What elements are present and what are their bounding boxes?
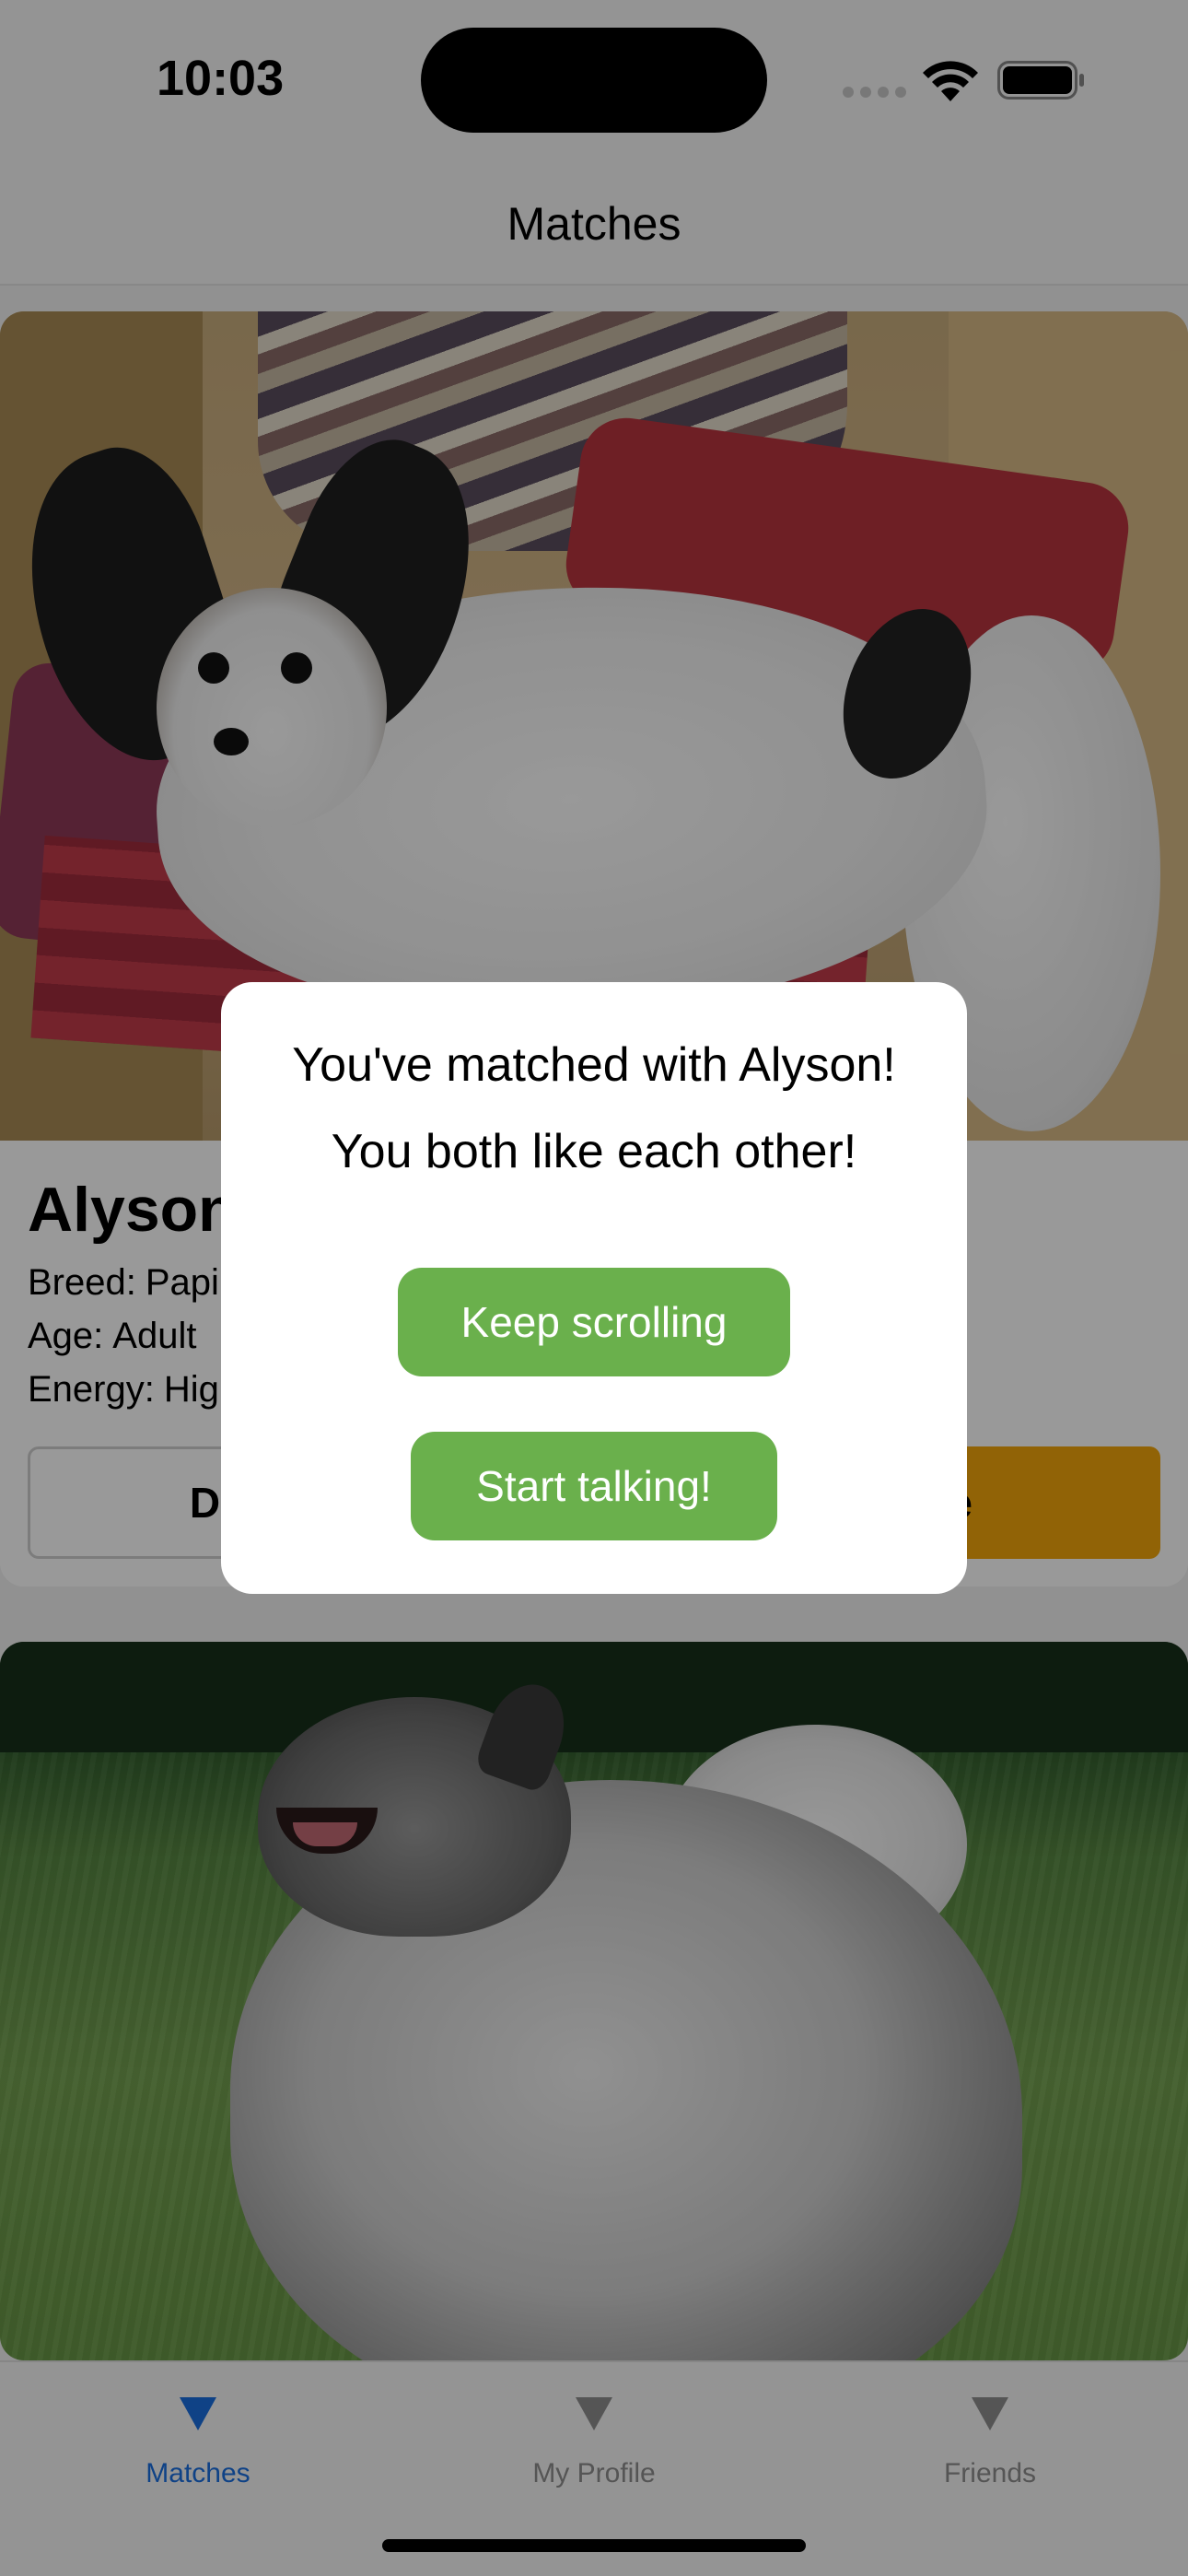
match-title: You've matched with Alyson! bbox=[292, 1038, 896, 1092]
keep-scrolling-button[interactable]: Keep scrolling bbox=[398, 1268, 790, 1376]
match-dialog: You've matched with Alyson! You both lik… bbox=[221, 982, 967, 1594]
match-subtitle: You both like each other! bbox=[331, 1125, 857, 1178]
start-talking-button[interactable]: Start talking! bbox=[411, 1432, 777, 1540]
